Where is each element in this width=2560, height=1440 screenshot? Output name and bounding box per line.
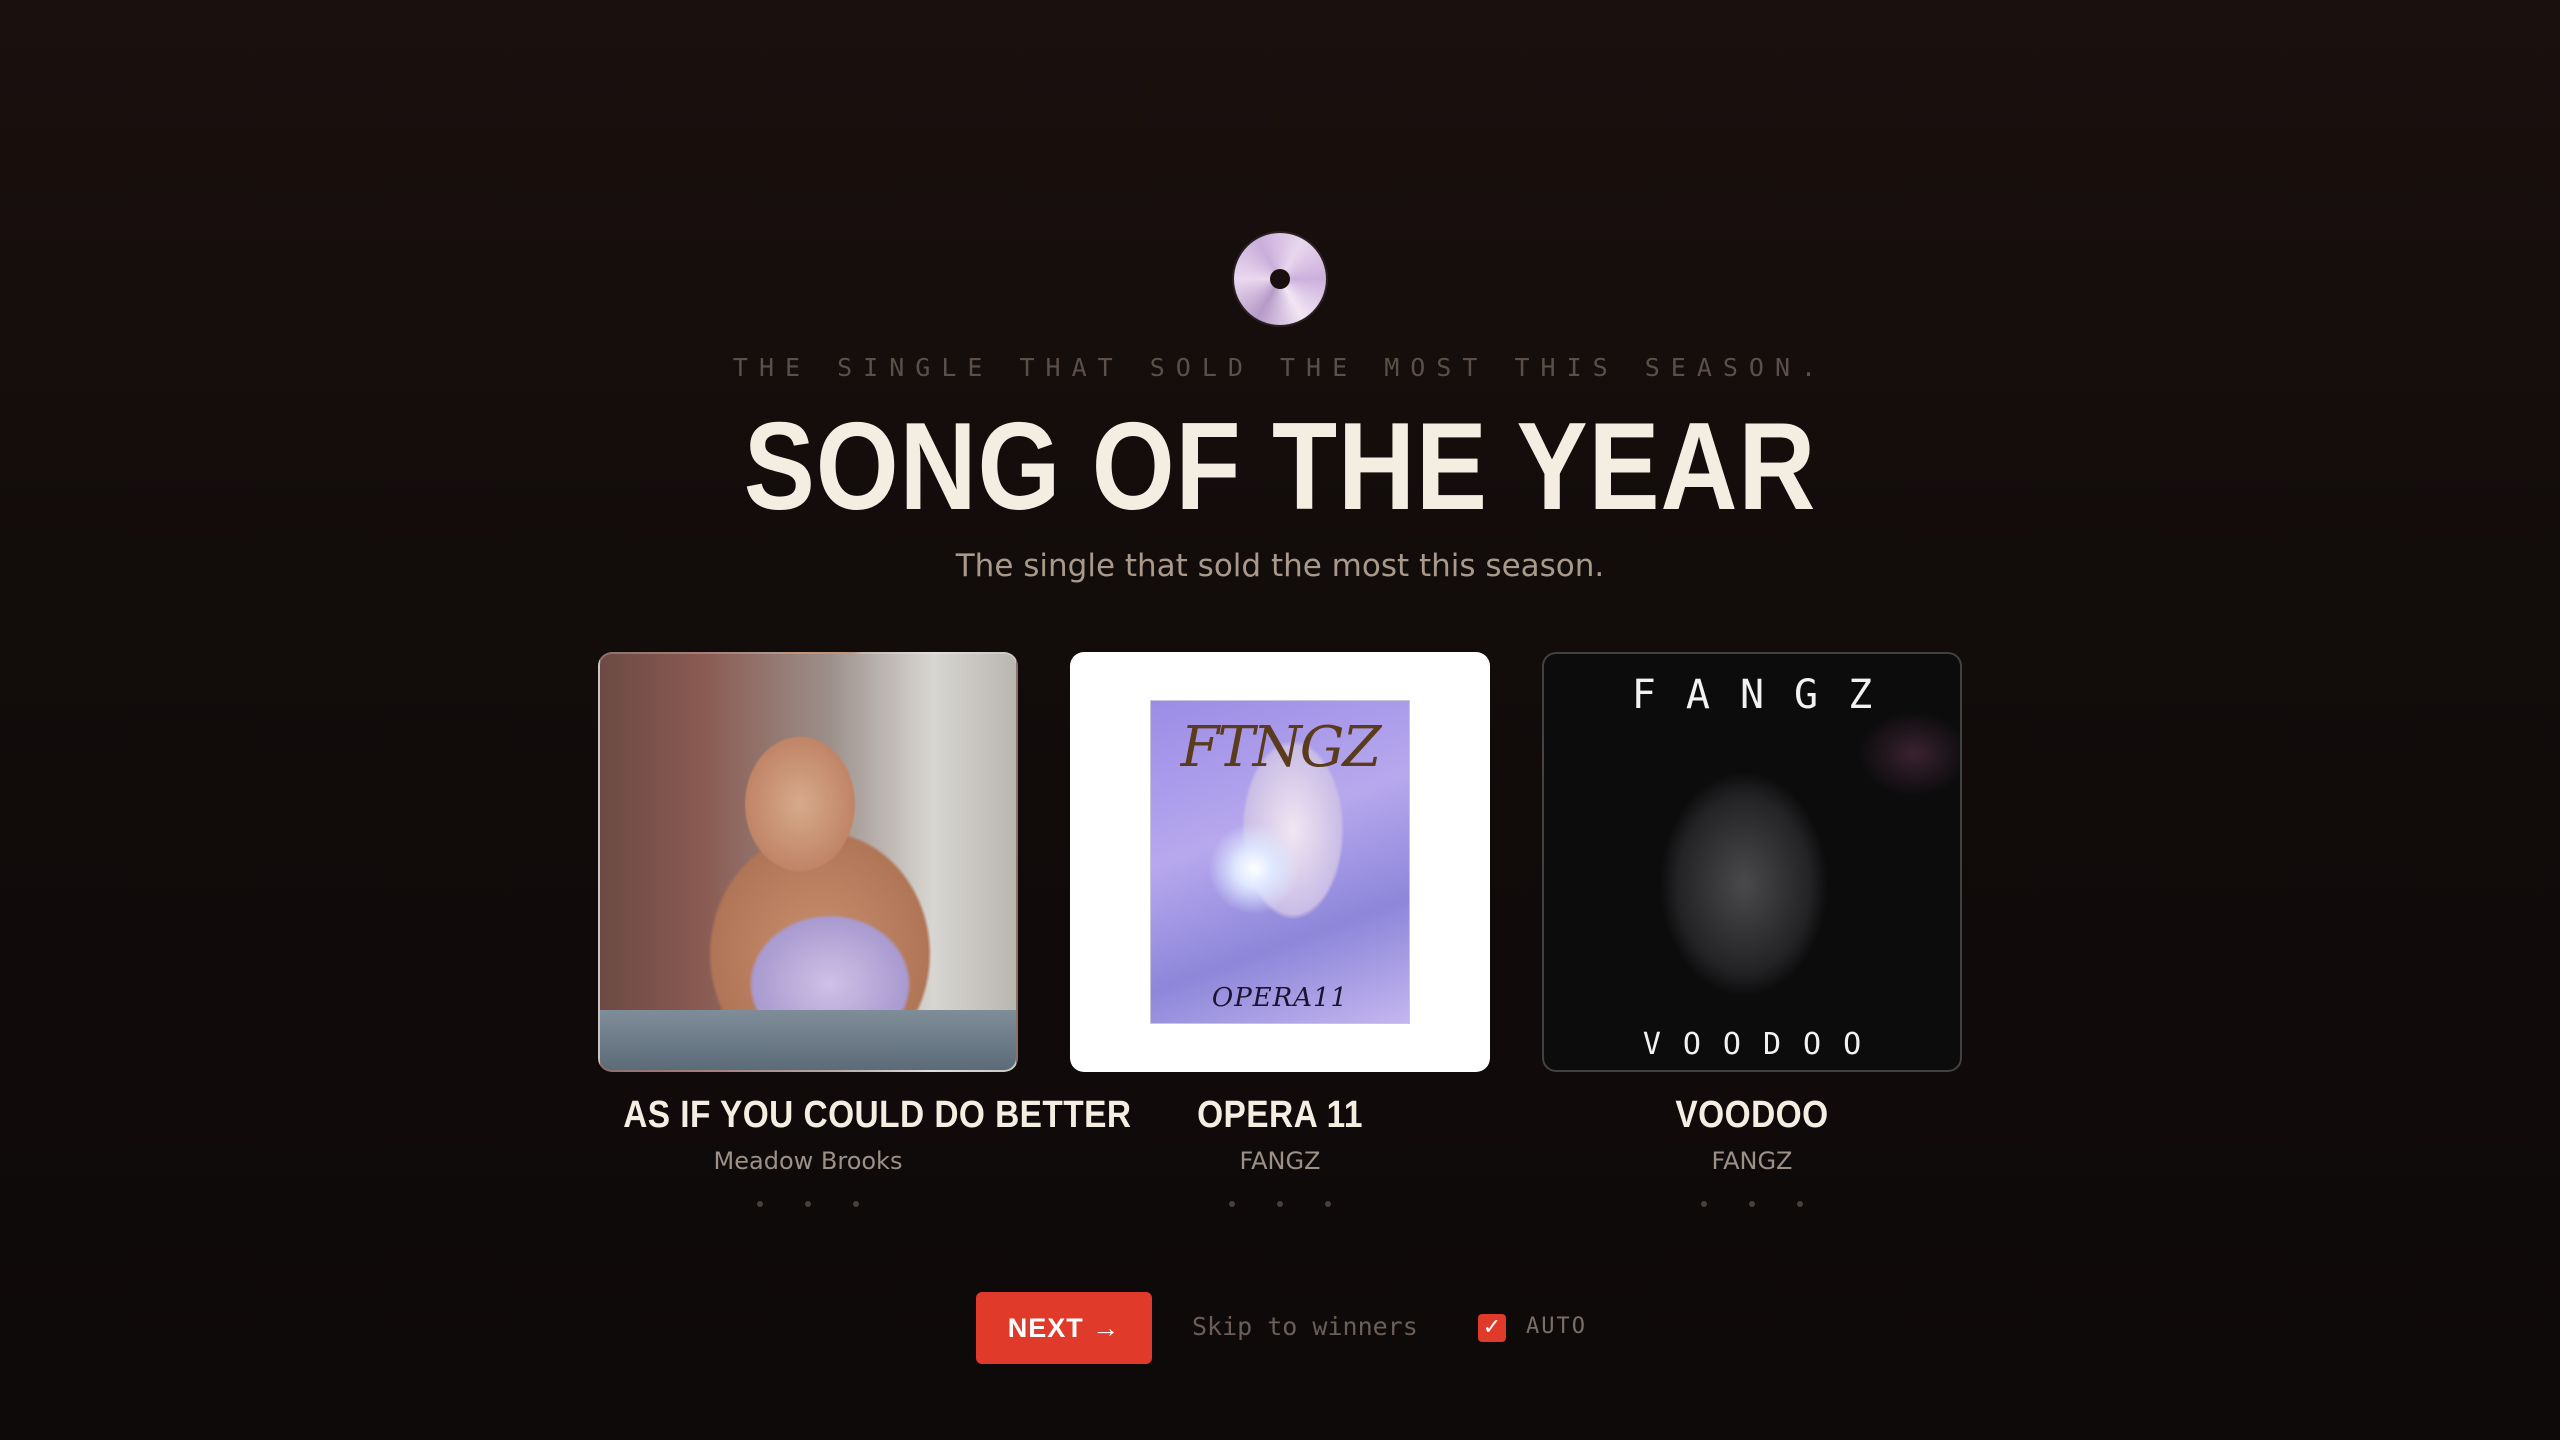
album-art: FTNGZ OPERA11	[1070, 652, 1490, 1072]
album-logo-text: FANGZ	[1631, 672, 1903, 718]
artist-name: FANGZ	[1711, 1147, 1793, 1175]
award-stage: THE SINGLE THAT SOLD THE MOST THIS SEASO…	[0, 0, 2560, 1440]
album-poster: FTNGZ OPERA11	[1150, 700, 1410, 1024]
album-tag-text: VOODOO	[1642, 1027, 1884, 1062]
loading-dots	[1070, 1201, 1490, 1207]
album-logo-text: FTNGZ	[1180, 715, 1382, 780]
category-title: SONG OF THE YEAR	[743, 398, 1817, 536]
auto-label: AUTO	[1526, 1314, 1587, 1339]
album-art: FANGZ VOODOO	[1542, 652, 1962, 1072]
nominee-card[interactable]: FTNGZ OPERA11 OPERA 11 FANGZ	[1070, 652, 1490, 1207]
artist-name: Meadow Brooks	[713, 1147, 903, 1175]
auto-checkbox[interactable]: ✓	[1478, 1314, 1506, 1342]
loading-dots	[1542, 1201, 1962, 1207]
nominee-card[interactable]: FANGZ VOODOO VOODOO FANGZ	[1542, 652, 1962, 1207]
category-eyebrow: THE SINGLE THAT SOLD THE MOST THIS SEASO…	[732, 353, 1828, 382]
skip-to-winners-link[interactable]: Skip to winners	[1192, 1312, 1418, 1341]
album-art	[598, 652, 1018, 1072]
song-title: VOODOO	[1675, 1094, 1829, 1136]
artist-name: FANGZ	[1239, 1147, 1321, 1175]
category-subtitle: The single that sold the most this seaso…	[955, 548, 1605, 584]
nominee-card[interactable]: AS IF YOU COULD DO BETTER Meadow Brooks	[598, 652, 1132, 1207]
song-title: AS IF YOU COULD DO BETTER	[623, 1094, 1132, 1136]
album-tag-text: OPERA11	[1211, 983, 1349, 1013]
next-button[interactable]: NEXT →	[976, 1292, 1152, 1364]
checkmark-icon: ✓	[1482, 1315, 1502, 1340]
controls-bar: NEXT → Skip to winners ✓ AUTO	[0, 1292, 2560, 1364]
loading-dots	[598, 1201, 1018, 1207]
disc-icon	[1234, 233, 1326, 325]
song-title: OPERA 11	[1197, 1094, 1363, 1136]
